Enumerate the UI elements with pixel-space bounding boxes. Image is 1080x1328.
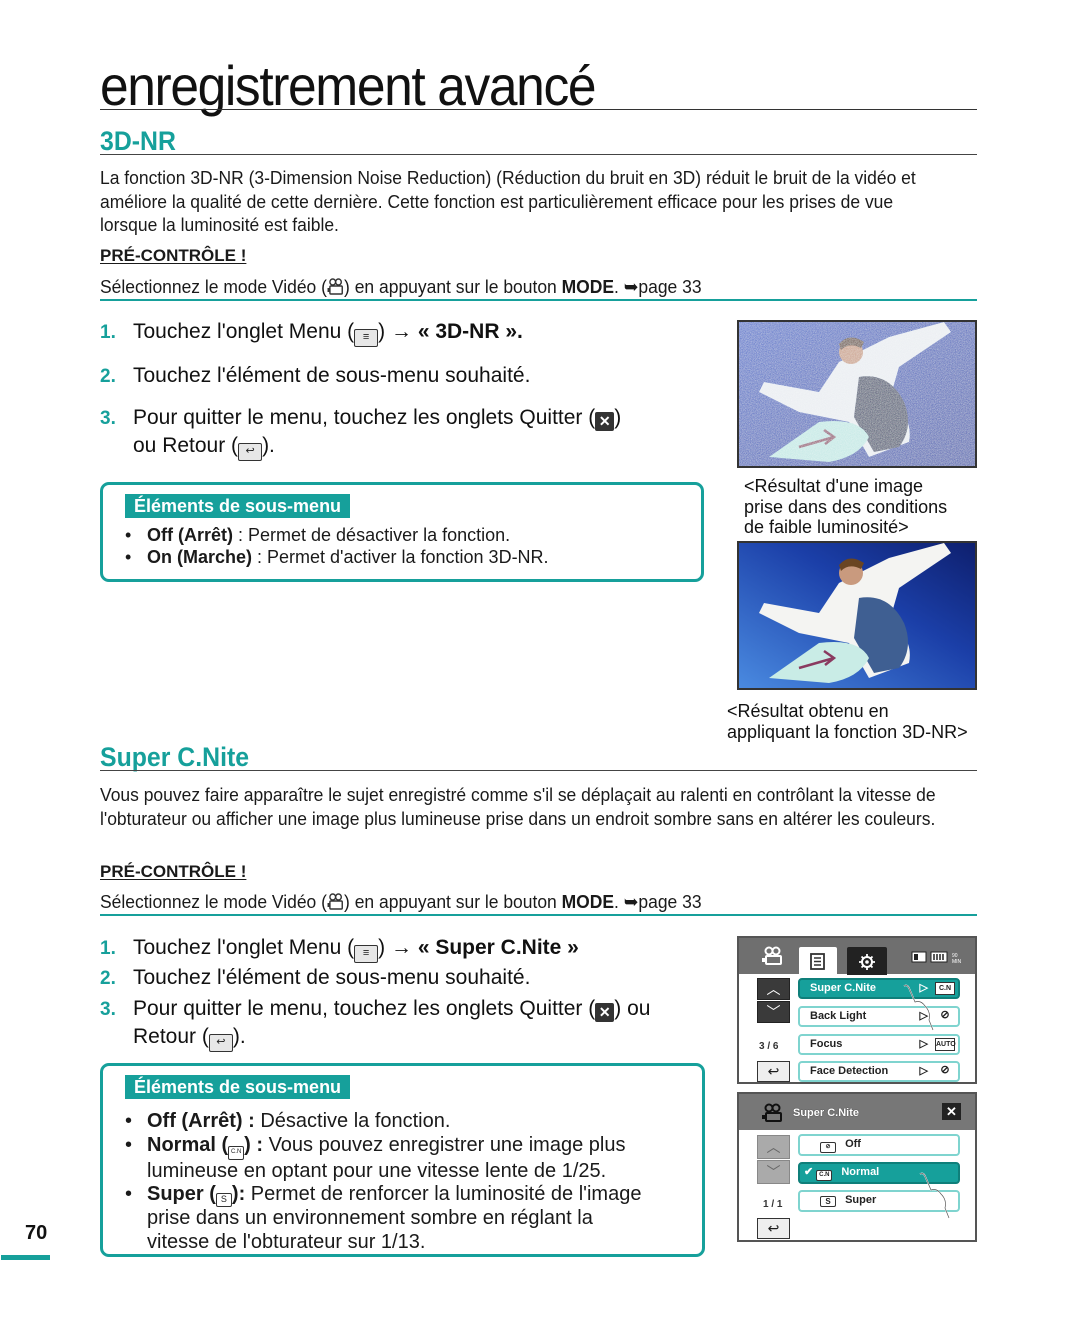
section-intro-supercnite: Vous pouvez faire apparaître le sujet en…: [100, 784, 936, 829]
precheck-label: PRÉ-CONTRÔLE !: [100, 862, 247, 881]
submenu-box-supercnite: Éléments de sous-menu Off (Arrêt) : Désa…: [100, 1063, 705, 1257]
scroll-up-button[interactable]: ︿: [757, 1135, 790, 1159]
page-indicator: 1 / 1: [763, 1199, 783, 1210]
close-icon: ✕: [946, 1104, 957, 1119]
finger-touch-icon: [903, 984, 934, 1031]
cnite-normal-icon: C.N: [816, 1170, 833, 1181]
menu-icon: [810, 953, 825, 970]
video-camera-icon: [327, 278, 343, 295]
page-number-bar: [1, 1255, 50, 1260]
step-1: 1. Touchez l'onglet Menu (≡) → « 3D-NR ».: [100, 318, 523, 347]
skateboarder-noisy-image: [739, 322, 975, 466]
menu-item-face-detection[interactable]: Face Detection ▷ ⊘: [798, 1061, 960, 1082]
step-3: 3. Pour quitter le menu, touchez les ongl…: [100, 995, 650, 1052]
menu-tab-icon: ≡: [354, 329, 379, 347]
submenu-box-3dnr: Éléments de sous-menu Off (Arrêt) : Perm…: [100, 482, 704, 582]
return-button[interactable]: ↩: [757, 1218, 790, 1239]
photo-clean: [737, 541, 977, 690]
return-button[interactable]: ↩: [757, 1061, 790, 1082]
step-3: 3. Pour quitter le menu, touchez les ongl…: [100, 404, 621, 461]
submenu-title: Éléments de sous-menu: [125, 1075, 351, 1099]
arrow-right-icon: ▷: [919, 1065, 928, 1077]
caption-noisy: <Résultat d'une image prise dans des con…: [744, 476, 948, 537]
precheck-text: Sélectionnez le mode Vidéo () en appuyan…: [100, 276, 702, 297]
section-rule: [100, 154, 977, 155]
submenu-item-super: Super (S): Permet de renforcer la lumino…: [121, 1183, 641, 1254]
cnite-super-icon: S: [215, 1193, 232, 1207]
photo-noisy: [737, 320, 977, 468]
lcd-submenu-screen: Super C.Nite ✕ ︿ ﹀ 1 / 1 ↩ ⊘ Off ✔ C.N N…: [737, 1092, 977, 1242]
page-indicator: 3 / 6: [759, 1041, 779, 1052]
title-rule: [100, 109, 977, 110]
face-detection-off-icon: ⊘: [935, 1065, 955, 1078]
section-intro-3dnr: La fonction 3D-NR (3-Dimension Noise Red…: [100, 167, 916, 235]
precheck-label: PRÉ-CONTRÔLE !: [100, 246, 247, 265]
chevron-down-icon: ﹀: [766, 1164, 781, 1180]
checkmark-icon: ✔: [804, 1166, 814, 1178]
finger-touch-icon: [919, 1172, 950, 1219]
step-2: 2. Touchez l'élément de sous-menu souhait…: [100, 966, 531, 989]
menu-tab-icon: ≡: [354, 945, 379, 963]
camera-icon: [762, 1103, 782, 1122]
lcd-menu-screen: 90 MIN ︿ ﹀ 3 / 6 ↩ Super C.Nite ▷ C.N Bac…: [737, 936, 977, 1084]
submenu-item-on: On (Marche) : Permet d'activer la foncti…: [121, 546, 549, 568]
camera-tab-icon[interactable]: [761, 946, 783, 966]
chevron-up-icon: ︿: [766, 981, 781, 997]
submenu-title: Éléments de sous-menu: [125, 494, 351, 518]
cnite-super-icon: S: [820, 1196, 836, 1207]
arrow-right-icon: ▷: [919, 1038, 928, 1050]
precheck-rule: [100, 299, 977, 301]
page-reference-link[interactable]: . ➥page 33: [614, 891, 702, 912]
status-icons: 90MIN: [911, 951, 962, 964]
exit-icon: ✕: [595, 1003, 615, 1022]
svg-text:MIN: MIN: [952, 959, 962, 964]
submenu-list: Off (Arrêt) : Désactive la fonction. Nor…: [121, 1110, 641, 1254]
focus-auto-icon: AUTO: [935, 1038, 956, 1051]
submenu-item-off: Off (Arrêt) : Permet de désactiver la fo…: [121, 524, 549, 546]
return-icon: ↩: [767, 1063, 780, 1079]
video-camera-icon: [327, 893, 343, 910]
menu-item-focus[interactable]: Focus ▷ AUTO: [798, 1034, 960, 1055]
scroll-down-button[interactable]: ﹀: [757, 1001, 790, 1023]
return-icon: ↩: [238, 443, 263, 461]
menu-tab[interactable]: [799, 947, 837, 975]
page-title: enregistrement avancé: [100, 54, 596, 117]
chevron-up-icon: ︿: [766, 1139, 781, 1155]
settings-tab[interactable]: [847, 947, 887, 975]
step-1: 1. Touchez l'onglet Menu (≡) → « Super C.…: [100, 934, 579, 963]
return-icon: ↩: [208, 1034, 233, 1052]
precheck-text: Sélectionnez le mode Vidéo () en appuyan…: [100, 891, 702, 912]
return-icon: ↩: [767, 1220, 780, 1236]
step-2: 2. Touchez l'élément de sous-menu souhait…: [100, 364, 531, 387]
exit-icon: ✕: [595, 412, 615, 431]
page-reference-link[interactable]: . ➥page 33: [614, 276, 702, 297]
option-off[interactable]: ⊘ Off: [798, 1134, 960, 1156]
scroll-down-button[interactable]: ﹀: [757, 1160, 790, 1184]
cnite-normal-icon: C.N: [228, 1145, 245, 1160]
submenu-screen-title: Super C.Nite: [793, 1107, 860, 1119]
settings-gear-icon: [859, 954, 875, 970]
precheck-rule: [100, 914, 977, 916]
submenu-item-off: Off (Arrêt) : Désactive la fonction.: [121, 1110, 641, 1134]
page-number: 70: [25, 1222, 48, 1244]
skateboarder-clean-image: [739, 543, 975, 688]
section-heading-3dnr: 3D-NR: [100, 126, 176, 156]
submenu-list: Off (Arrêt) : Permet de désactiver la fo…: [121, 524, 549, 568]
section-heading-supercnite: Super C.Nite: [100, 742, 250, 772]
close-button[interactable]: ✕: [942, 1103, 961, 1120]
submenu-item-normal: Normal (C.N) : Vous pouvez enregistrer u…: [121, 1134, 641, 1184]
scroll-up-button[interactable]: ︿: [757, 978, 790, 1000]
cnite-off-icon: ⊘: [820, 1142, 836, 1153]
chevron-down-icon: ﹀: [766, 1004, 781, 1020]
caption-clean: <Résultat obtenu en appliquant la foncti…: [727, 701, 968, 742]
section-rule: [100, 770, 977, 771]
